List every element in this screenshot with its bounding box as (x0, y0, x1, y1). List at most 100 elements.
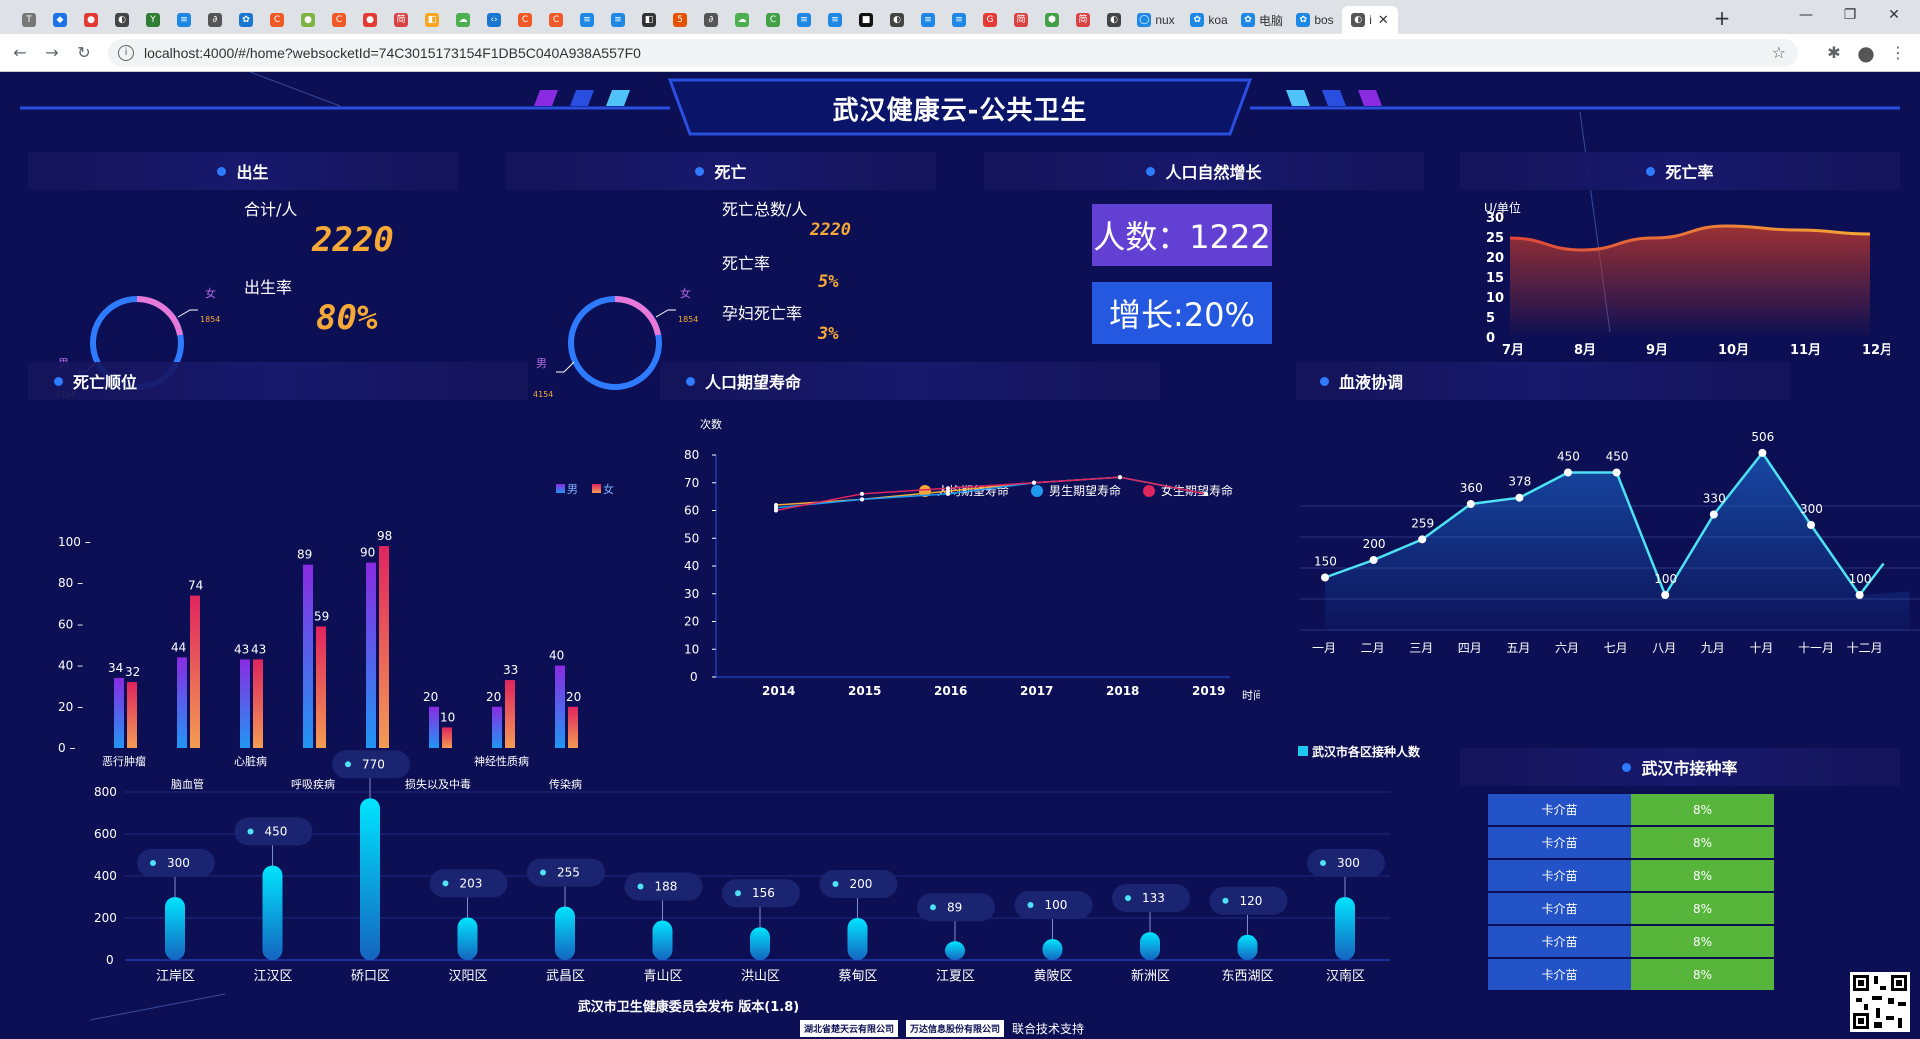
profile-avatar-icon[interactable]: ● (1854, 41, 1878, 65)
legend-male-swatch (556, 484, 565, 493)
browser-tab[interactable]: 5 (665, 6, 695, 34)
browser-tab[interactable]: ≡ (169, 6, 199, 34)
browser-tab[interactable]: ≡ (603, 6, 633, 34)
active-browser-tab[interactable]: ◐ i ✕ (1342, 6, 1398, 34)
vaccination-header-label: 武汉市接种率 (1641, 759, 1738, 778)
district-value-dot (1027, 902, 1034, 908)
close-window-button[interactable]: ✕ (1874, 4, 1914, 26)
browser-tab[interactable]: ◯ nux (1130, 6, 1182, 34)
browser-tab[interactable]: ≡ (789, 6, 819, 34)
browser-tab[interactable]: ✿ bos (1289, 6, 1341, 34)
district-value-label: 89 (947, 900, 962, 914)
browser-tab[interactable]: ◐ (1099, 6, 1129, 34)
browser-tab[interactable]: ● (76, 6, 106, 34)
browser-tab[interactable]: ■ (851, 6, 881, 34)
blood-value-label: 150 (1314, 555, 1337, 569)
browser-tab[interactable]: ◆ (45, 6, 75, 34)
back-icon[interactable]: ← (8, 41, 32, 65)
mortality-ytick: 15 (1486, 271, 1504, 286)
browser-tab[interactable]: ≡ (820, 6, 850, 34)
blood-xtick: 十一月 (1798, 641, 1834, 655)
forward-icon[interactable]: → (40, 41, 64, 65)
death-male-label: 男 (536, 357, 547, 370)
browser-tab[interactable]: G (975, 6, 1005, 34)
browser-tab[interactable]: ● (355, 6, 385, 34)
browser-tab[interactable]: 简 (1006, 6, 1036, 34)
address-bar[interactable]: i localhost:4000/#/home?websocketId=74C3… (108, 39, 1798, 67)
browser-tab[interactable]: ≡ (913, 6, 943, 34)
browser-tab[interactable]: C (758, 6, 788, 34)
mortality-xtick: 8月 (1574, 343, 1596, 358)
rank-value-male: 90 (360, 546, 375, 560)
url-text[interactable]: localhost:4000/#/home?websocketId=74C301… (144, 45, 641, 61)
district-xtick: 青山区 (644, 969, 683, 984)
blood-point (1758, 448, 1767, 457)
vaccination-row: 卡介苗 8% (1488, 794, 1774, 825)
blood-xtick: 七月 (1604, 641, 1628, 655)
maximize-button[interactable]: ❐ (1830, 4, 1870, 26)
browser-tab[interactable]: ✿ (231, 6, 261, 34)
browser-tab[interactable]: ☁ (727, 6, 757, 34)
browser-tab[interactable]: ✿ 电脑 (1236, 6, 1288, 34)
district-bar (945, 941, 965, 960)
browser-tab[interactable]: C (510, 6, 540, 34)
browser-tab[interactable]: ⬢ (1037, 6, 1067, 34)
browser-tab[interactable]: ∂ (696, 6, 726, 34)
browser-tab[interactable]: C (324, 6, 354, 34)
vaccination-row: 卡介苗 8% (1488, 893, 1774, 924)
district-value-label: 200 (850, 877, 873, 891)
district-ytick: 200 (94, 911, 117, 925)
browser-tab[interactable]: ✿ koa (1183, 6, 1235, 34)
blood-value-label: 100 (1849, 572, 1872, 586)
life-legend-swatch (1031, 485, 1043, 497)
tab-favicon-icon: C (270, 13, 284, 27)
vaccine-name: 卡介苗 (1488, 893, 1631, 924)
browser-tab[interactable]: Y (138, 6, 168, 34)
life-ytick: 80 (684, 448, 699, 462)
browser-tab[interactable]: C (262, 6, 292, 34)
bullet-icon (1146, 166, 1156, 176)
browser-tab[interactable]: 简 (1068, 6, 1098, 34)
district-bar (457, 917, 478, 960)
life-xlabel: 时间 (1242, 689, 1260, 702)
bookmark-star-icon[interactable]: ☆ (1772, 43, 1786, 62)
browser-tab[interactable]: ◐ (882, 6, 912, 34)
browser-tab[interactable]: ≡ (944, 6, 974, 34)
browser-tab[interactable]: ◧ (634, 6, 664, 34)
bullet-icon (1622, 762, 1632, 772)
mortality-area (1510, 226, 1870, 338)
vaccine-rate: 8% (1631, 827, 1774, 858)
district-value-label: 188 (655, 880, 678, 894)
minimize-button[interactable]: — (1786, 4, 1826, 26)
browser-tab[interactable]: T (14, 6, 44, 34)
blood-header-label: 血液协调 (1339, 373, 1404, 392)
reload-icon[interactable]: ↻ (72, 41, 96, 65)
tab-favicon-icon: ∂ (704, 13, 718, 27)
blood-point (1661, 591, 1670, 599)
info-icon[interactable]: i (118, 45, 134, 61)
browser-tab[interactable]: ◧ (417, 6, 447, 34)
browser-tab[interactable]: 简 (386, 6, 416, 34)
district-value-label: 300 (167, 856, 190, 870)
district-value-dot (1125, 895, 1131, 902)
chutianyun-logo: 湖北省楚天云有限公司 (800, 1020, 899, 1037)
new-tab-button[interactable]: + (1710, 6, 1734, 30)
birth-total-value: 2220 (312, 220, 394, 260)
browser-tab[interactable]: C (541, 6, 571, 34)
extensions-icon[interactable]: ✱ (1822, 41, 1846, 65)
district-bar (165, 897, 185, 960)
browser-tab[interactable]: ‹› (479, 6, 509, 34)
browser-tab[interactable]: ≡ (572, 6, 602, 34)
death-total-value: 2220 (810, 220, 851, 240)
browser-tab[interactable]: ◐ (107, 6, 137, 34)
browser-tab[interactable]: ∂ (200, 6, 230, 34)
tab-favicon-icon: ✿ (1296, 13, 1311, 27)
browser-tab[interactable]: ● (293, 6, 323, 34)
tab-strip: T ◆ ● ◐ Y ≡ ∂ ✿ C ● C ● 简 ◧ ☁ ‹› C C ≡ ≡ ◧ 5 ∂ ☁ C ≡ ≡ ■ ◐ ≡ ≡ G 简 ⬢ 简 ◐ ◯ nu… (0, 0, 1920, 34)
close-tab-icon[interactable]: ✕ (1378, 13, 1389, 28)
life-xtick: 2014 (762, 684, 795, 698)
blood-value-label: 200 (1363, 537, 1386, 551)
browser-tab[interactable]: ☁ (448, 6, 478, 34)
tab-favicon-icon: ⬢ (1045, 13, 1059, 27)
menu-icon[interactable]: ⋮ (1886, 41, 1910, 65)
